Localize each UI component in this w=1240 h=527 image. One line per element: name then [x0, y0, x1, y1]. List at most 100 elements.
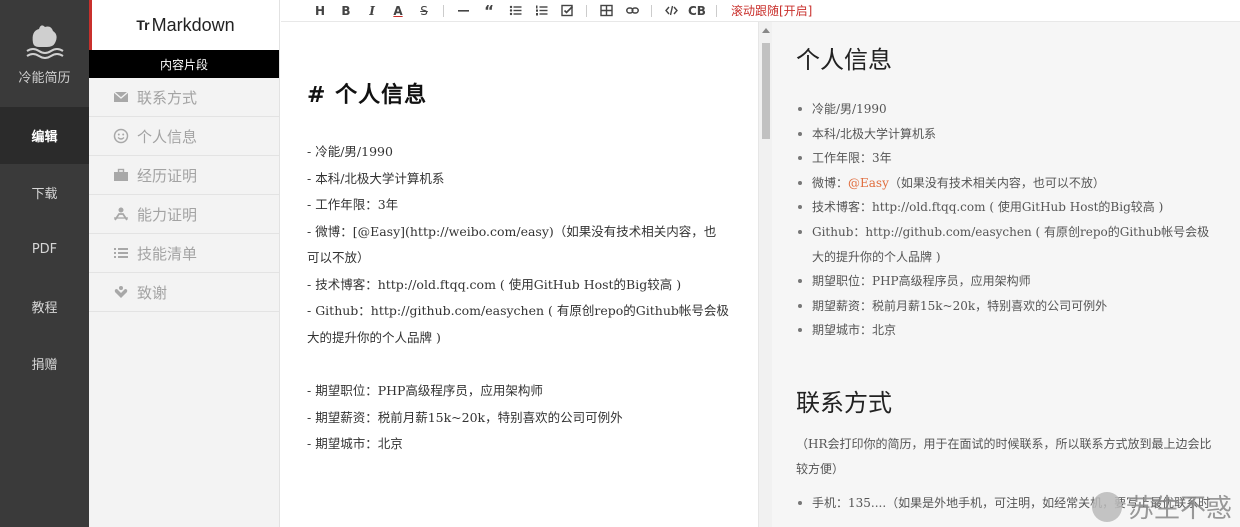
editor-line: - 工作年限：3年 — [307, 197, 399, 212]
preview-list-item: 冷能/男/1990 — [796, 97, 1216, 122]
rail-item-label: 下载 — [31, 187, 58, 202]
checkbox-icon — [560, 4, 573, 17]
preview-heading: 联系方式 — [796, 388, 892, 417]
snippet-item-skills[interactable]: 技能清单 — [89, 234, 279, 273]
snippet-item-contact[interactable]: 联系方式 — [89, 78, 279, 117]
editor-blank-line — [307, 351, 732, 378]
bold-glyph: B — [341, 3, 351, 18]
task-button[interactable] — [554, 1, 580, 21]
preview-list-item: 工作年限：3年 — [796, 146, 1216, 171]
editor-scrollbar[interactable] — [758, 22, 772, 527]
snippet-item-experience[interactable]: 经历证明 — [89, 156, 279, 195]
italic-button[interactable]: I — [359, 1, 385, 21]
horizontal-rule-icon — [457, 10, 469, 12]
hr-button[interactable] — [450, 1, 476, 21]
quote-glyph: “ — [484, 1, 494, 20]
app-title-text: Markdown — [151, 14, 235, 35]
rail-item-edit[interactable]: 编辑 — [0, 107, 89, 164]
scroll-up-icon[interactable] — [762, 28, 770, 33]
briefcase-icon — [114, 168, 128, 181]
list-icon — [114, 248, 128, 258]
editor-line: - Github：http://github.com/easychen ( 有原… — [307, 303, 729, 318]
editor-toolbar: H B I A S “ CB 滚动跟随[开启] — [281, 0, 1240, 22]
envelope-icon — [113, 91, 129, 102]
code-icon — [664, 5, 678, 16]
editor-line: - 期望薪资：税前月薪15k~20k，特别喜欢的公司可例外 — [307, 409, 623, 425]
app-rail: 冷能简历 编辑 下载 PDF 教程 捐赠 — [0, 0, 89, 527]
toolbar-divider — [651, 4, 652, 17]
preview-list-item: 期望城市：北京 — [796, 318, 1216, 343]
snippet-item-personal[interactable]: 个人信息 — [89, 117, 279, 156]
rail-item-label: 捐赠 — [31, 358, 58, 373]
scrollbar-thumb[interactable] — [762, 43, 770, 139]
markdown-editor[interactable]: # 个人信息 - 冷能/男/1990 - 本科/北极大学计算机系 - 工作年限：… — [281, 22, 758, 527]
heading-button[interactable]: H — [307, 1, 333, 21]
snippet-panel: Tr Markdown 内容片段 联系方式 个人信息 经历证明 能力证明 技能清… — [89, 0, 280, 527]
weibo-suffix: （如果没有技术相关内容，也可以不放） — [888, 175, 1105, 190]
code-button[interactable] — [658, 1, 684, 21]
toolbar-divider — [586, 4, 587, 17]
scroll-sync-toggle[interactable]: 滚动跟随[开启] — [731, 2, 812, 19]
editor-line: - 技术博客：http://old.ftqq.com ( 使用GitHub Ho… — [307, 276, 682, 292]
bullet-list-icon — [509, 5, 521, 16]
wechat-icon — [1091, 491, 1122, 522]
link-button[interactable] — [619, 1, 645, 21]
code-block-button[interactable]: CB — [684, 4, 710, 18]
editor-line: 可以不放） — [307, 250, 370, 265]
rail-item-pdf[interactable]: PDF — [0, 221, 89, 278]
snippet-item-label: 技能清单 — [137, 244, 198, 263]
thanks-icon — [114, 286, 128, 298]
bear-logo-icon — [25, 25, 64, 59]
preview-list: 冷能/男/1990 本科/北极大学计算机系 工作年限：3年 微博：@Easy（如… — [796, 97, 1216, 343]
brand-label: 冷能简历 — [18, 71, 71, 86]
heading-glyph: H — [314, 3, 326, 18]
snippet-item-label: 联系方式 — [137, 88, 198, 107]
preview-list-item: 技术博客：http://old.ftqq.com ( 使用GitHub Host… — [796, 195, 1216, 220]
weibo-prefix: 微博： — [812, 175, 849, 190]
app-title-prefix: Tr — [136, 17, 150, 33]
brand[interactable]: 冷能简历 — [0, 0, 89, 107]
preview-list-item: 微博：@Easy（如果没有技术相关内容，也可以不放） — [796, 171, 1216, 196]
snippet-item-ability[interactable]: 能力证明 — [89, 195, 279, 234]
color-glyph: A — [393, 3, 403, 18]
rail-item-label: PDF — [31, 242, 58, 257]
editor-line: - 微博：[@Easy](http://weibo.com/easy)（如果没有… — [307, 223, 717, 239]
rail-item-label: 编辑 — [31, 130, 58, 145]
editor-line: - 期望城市：北京 — [307, 436, 403, 451]
markdown-preview: 个人信息 冷能/男/1990 本科/北极大学计算机系 工作年限：3年 微博：@E… — [772, 22, 1240, 527]
rail-item-download[interactable]: 下载 — [0, 164, 89, 221]
snippet-item-label: 个人信息 — [137, 127, 198, 146]
preview-list-item: 期望职位：PHP高级程序员，应用架构师 — [796, 269, 1216, 294]
person-icon — [114, 207, 128, 221]
snippet-item-label: 能力证明 — [137, 205, 198, 224]
rail-item-tutorial[interactable]: 教程 — [0, 278, 89, 335]
snippet-item-label: 致谢 — [137, 283, 168, 302]
toolbar-divider — [715, 4, 717, 17]
smiley-icon — [113, 128, 129, 144]
app-title: Tr Markdown — [89, 0, 279, 50]
bold-button[interactable]: B — [333, 1, 359, 21]
link-icon — [625, 7, 639, 14]
preview-heading: 个人信息 — [796, 46, 892, 74]
strike-button[interactable]: S — [411, 1, 437, 21]
italic-glyph: I — [369, 3, 375, 18]
preview-list-item: 本科/北极大学计算机系 — [796, 122, 1216, 147]
editor-line: - 期望职位：PHP高级程序员，应用架构师 — [307, 383, 543, 398]
quote-button[interactable]: “ — [476, 1, 502, 21]
rail-item-donate[interactable]: 捐赠 — [0, 335, 89, 392]
color-button[interactable]: A — [385, 1, 411, 21]
preview-list-item: Github：http://github.com/easychen ( 有原创r… — [796, 220, 1216, 269]
preview-paragraph: （HR会打印你的简历，用于在面试的时候联系，所以联系方式放到最上边会比较方便） — [796, 436, 1212, 476]
bullet-list-button[interactable] — [502, 1, 528, 21]
preview-list-item: 期望薪资：税前月薪15k~20k，特别喜欢的公司可例外 — [796, 294, 1216, 319]
ordered-list-button[interactable] — [528, 1, 554, 21]
table-button[interactable] — [593, 1, 619, 21]
table-icon — [599, 4, 613, 17]
snippet-section-title: 内容片段 — [89, 50, 279, 78]
snippet-item-thanks[interactable]: 致谢 — [89, 273, 279, 312]
weibo-link[interactable]: @Easy — [848, 176, 889, 190]
snippet-item-label: 经历证明 — [137, 166, 198, 185]
toolbar-divider — [443, 4, 444, 17]
rail-item-label: 教程 — [31, 301, 58, 316]
editor-line: - 本科/北极大学计算机系 — [307, 170, 445, 186]
